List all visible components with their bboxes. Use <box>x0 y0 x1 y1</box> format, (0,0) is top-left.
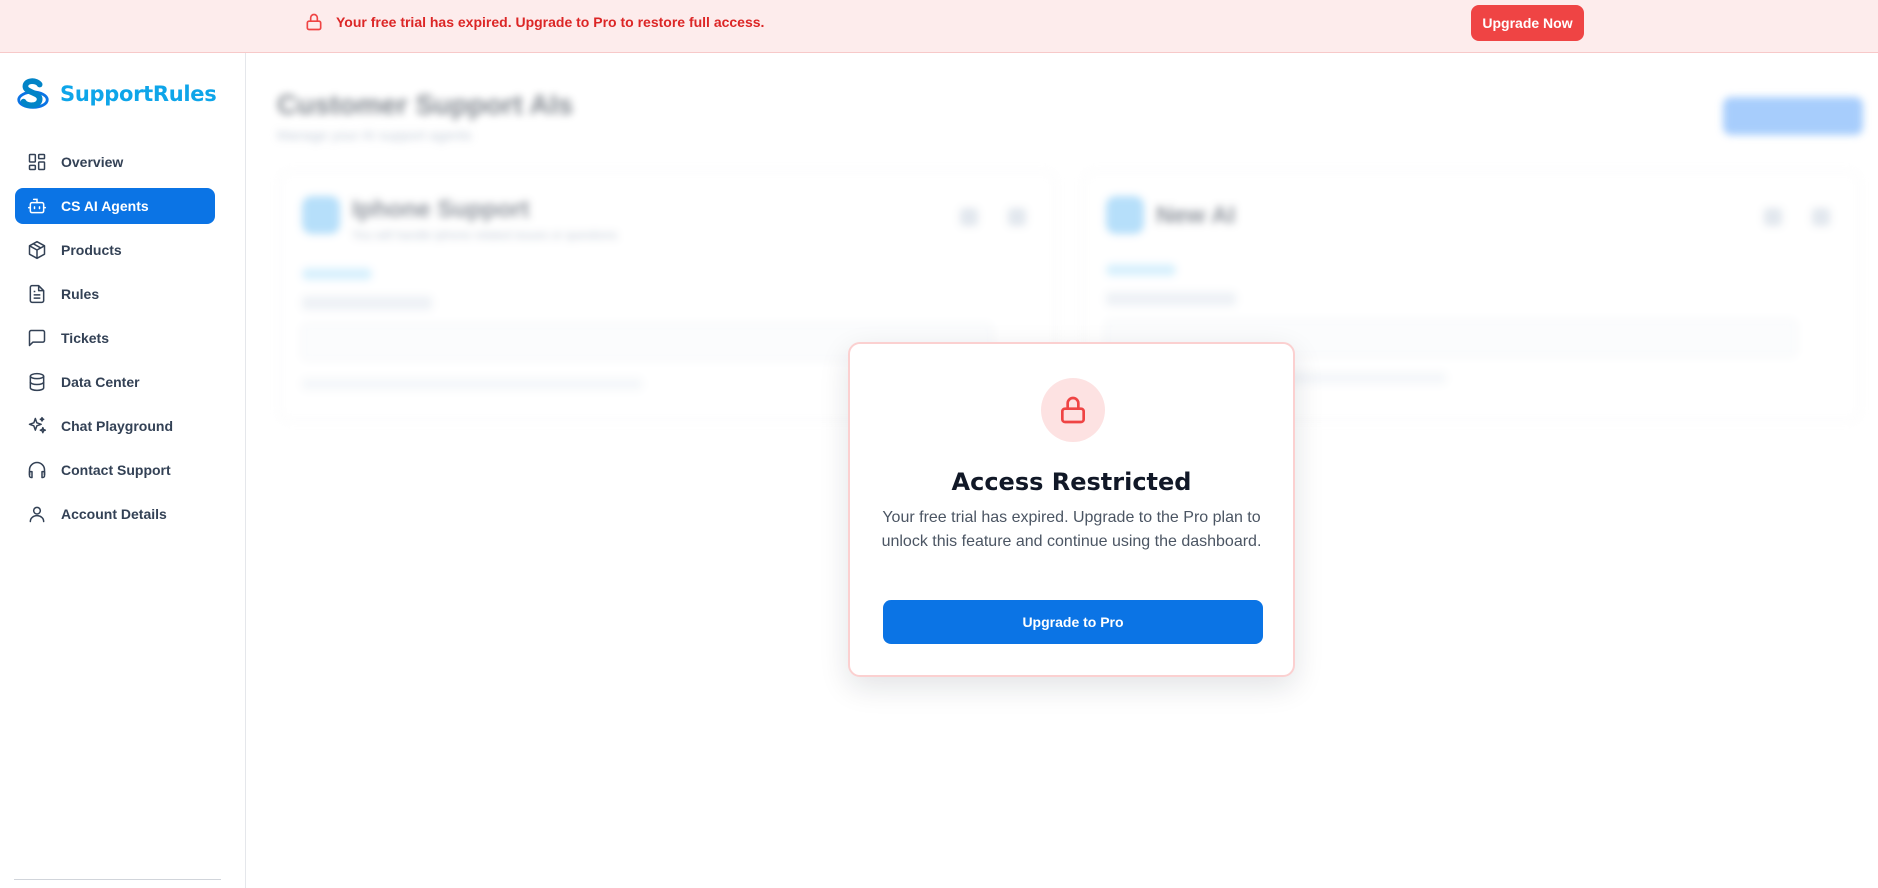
agent-avatar <box>302 196 340 234</box>
sidebar-divider <box>14 879 221 880</box>
document-icon <box>29 284 45 304</box>
status-badge <box>1106 264 1176 276</box>
card-footnote <box>302 378 642 390</box>
edit-icon <box>1764 208 1782 226</box>
banner-content: Your free trial has expired. Upgrade to … <box>304 12 764 32</box>
sidebar-item-products[interactable]: Products <box>15 232 215 268</box>
sidebar: SupportRules Overview CS AI Agents Produ… <box>0 53 246 888</box>
sidebar-item-label: Account Details <box>61 506 167 522</box>
sidebar-item-label: Chat Playground <box>61 418 174 434</box>
sidebar-item-label: Products <box>61 242 122 258</box>
create-agent-button <box>1723 97 1863 135</box>
sparkles-icon <box>28 416 47 434</box>
public-chat-link-label <box>302 296 432 310</box>
sidebar-item-contact-support[interactable]: Contact Support <box>15 452 215 488</box>
modal-message: Your free trial has expired. Upgrade to … <box>881 509 1262 550</box>
delete-icon <box>1812 208 1830 226</box>
sidebar-item-data-center[interactable]: Data Center <box>15 364 215 400</box>
sidebar-nav: Overview CS AI Agents Products Rules Tic… <box>15 144 215 540</box>
trial-expired-banner: Your free trial has expired. Upgrade to … <box>0 0 1878 53</box>
sidebar-item-tickets[interactable]: Tickets <box>15 320 215 356</box>
bot-icon <box>27 198 47 214</box>
sidebar-item-chat-playground[interactable]: Chat Playground <box>15 408 215 444</box>
agent-name: New AI <box>1156 202 1236 229</box>
agent-avatar <box>1106 196 1144 234</box>
lock-badge <box>1041 378 1105 442</box>
sidebar-item-label: CS AI Agents <box>61 198 149 214</box>
sidebar-item-label: Rules <box>61 286 100 302</box>
database-icon <box>29 372 45 392</box>
edit-icon <box>960 208 978 226</box>
sidebar-item-rules[interactable]: Rules <box>15 276 215 312</box>
chat-bubble-icon <box>28 329 46 347</box>
sidebar-item-label: Data Center <box>61 374 140 390</box>
modal-title: Access Restricted <box>951 468 1192 496</box>
headphones-icon <box>28 461 46 479</box>
lock-icon <box>1061 396 1085 424</box>
delete-icon <box>1008 208 1026 226</box>
brand-name: SupportRules <box>60 82 217 106</box>
status-badge <box>302 268 372 280</box>
box-icon <box>28 240 46 260</box>
agent-name: Iphone Support <box>352 196 530 223</box>
sidebar-item-label: Overview <box>61 154 124 170</box>
sidebar-item-account-details[interactable]: Account Details <box>15 496 215 532</box>
access-restricted-modal: Access Restricted Your free trial has ex… <box>848 342 1295 677</box>
sidebar-item-label: Contact Support <box>61 462 171 478</box>
logo-icon <box>17 78 49 109</box>
upgrade-now-button[interactable]: Upgrade Now <box>1471 5 1584 41</box>
user-icon <box>29 506 45 523</box>
page-subtitle: Manage your AI support agents <box>277 127 472 143</box>
grid-icon <box>28 153 46 171</box>
page-title: Customer Support AIs <box>277 89 574 120</box>
agent-description: You will handle iphone related issues or… <box>352 228 618 242</box>
sidebar-item-overview[interactable]: Overview <box>15 144 215 180</box>
sidebar-item-label: Tickets <box>61 330 109 346</box>
banner-message: Your free trial has expired. Upgrade to … <box>336 14 765 30</box>
sidebar-item-cs-ai-agents[interactable]: CS AI Agents <box>15 188 215 224</box>
brand[interactable]: SupportRules <box>14 75 217 113</box>
lock-icon <box>306 13 322 31</box>
public-chat-link-label <box>1106 292 1236 306</box>
upgrade-to-pro-button[interactable]: Upgrade to Pro <box>883 600 1263 644</box>
